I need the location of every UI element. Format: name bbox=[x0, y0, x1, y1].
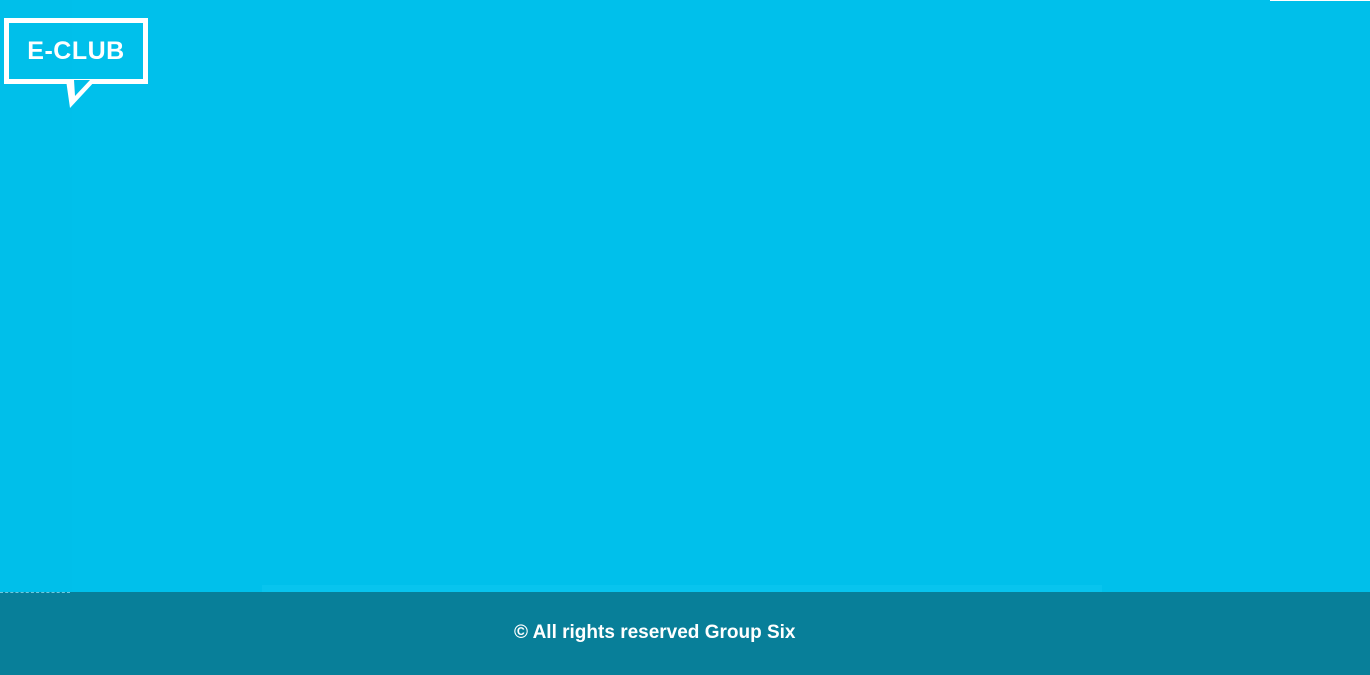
footer: © All rights reserved Group Six bbox=[0, 592, 1370, 675]
copyright-text: © All rights reserved Group Six bbox=[514, 622, 796, 643]
footer-divider bbox=[0, 592, 70, 594]
speech-bubble-icon: E-CLUB bbox=[4, 18, 148, 84]
page: E-CLUB © All rights reserved Group Six bbox=[0, 0, 1370, 675]
content-bottom-strip bbox=[262, 585, 1102, 592]
e-club-logo[interactable]: E-CLUB bbox=[4, 18, 150, 110]
logo-text: E-CLUB bbox=[27, 36, 125, 65]
top-right-edge-line bbox=[1270, 0, 1370, 1]
main-content-area bbox=[72, 0, 1270, 592]
speech-bubble-tail-icon bbox=[66, 80, 96, 108]
